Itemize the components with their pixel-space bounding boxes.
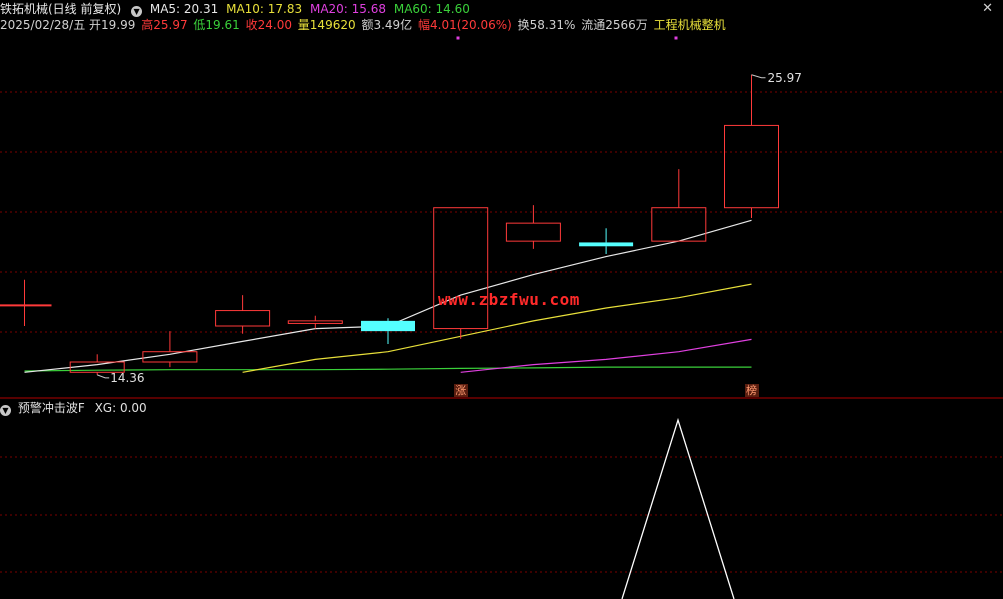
chevron-down-icon[interactable]: ▼ — [131, 6, 143, 17]
header-row-2: 2025/02/28/五 开19.99 高25.97 低19.61 收24.00… — [0, 17, 730, 33]
indicator-line — [621, 417, 735, 599]
low-marker — [97, 374, 110, 379]
candle-body — [505, 222, 561, 242]
candle-body — [579, 242, 634, 247]
signal-dot — [674, 36, 678, 40]
low-value: 低19.61 — [193, 18, 240, 32]
date-value: 2025/02/28/五 — [0, 18, 86, 32]
industry-value[interactable]: 工程机械整机 — [654, 18, 726, 32]
candle-body — [361, 320, 415, 332]
high-label: 25.97 — [768, 71, 802, 85]
watermark: www.zbzfwu.com — [438, 290, 580, 309]
ma5-value: MA5: 20.31 — [149, 2, 219, 16]
signal-tag: 涨 — [453, 384, 468, 397]
high-marker — [751, 74, 766, 79]
ma60-value: MA60: 14.60 — [393, 2, 470, 16]
high-value: 高25.97 — [141, 18, 188, 32]
open-value: 开19.99 — [89, 18, 136, 32]
change-value: 幅4.01(20.06%) — [418, 18, 512, 32]
chevron-down-icon[interactable]: ▼ — [0, 405, 11, 416]
indicator-header: ▼ 预警冲击波F XG: 0.00 — [0, 400, 147, 416]
close-value: 收24.00 — [245, 18, 292, 32]
turnover-value: 换58.31% — [517, 18, 576, 32]
ma10-value: MA10: 17.83 — [226, 2, 303, 16]
amount-value: 额3.49亿 — [361, 18, 413, 32]
stock-title[interactable]: 铁拓机械(日线 前复权) — [0, 2, 121, 16]
candle-body — [433, 207, 489, 330]
ma5-line — [24, 219, 752, 373]
candle-body — [215, 310, 271, 327]
volume-value: 量149620 — [297, 18, 356, 32]
low-label: 14.36 — [110, 371, 144, 385]
candle-body — [724, 124, 779, 209]
signal-tag: 榜 — [744, 384, 759, 397]
close-icon[interactable]: ✕ — [982, 1, 993, 16]
candle-body — [287, 320, 343, 324]
indicator-value: XG: 0.00 — [94, 401, 147, 415]
indicator-name[interactable]: 预警冲击波F — [18, 401, 85, 415]
ma20-value: MA20: 15.68 — [309, 2, 387, 16]
float-value: 流通2566万 — [581, 18, 648, 32]
signal-dot — [456, 36, 460, 40]
header-row-1: 铁拓机械(日线 前复权) ▼ MA5: 20.31 MA10: 17.83 MA… — [0, 1, 474, 17]
